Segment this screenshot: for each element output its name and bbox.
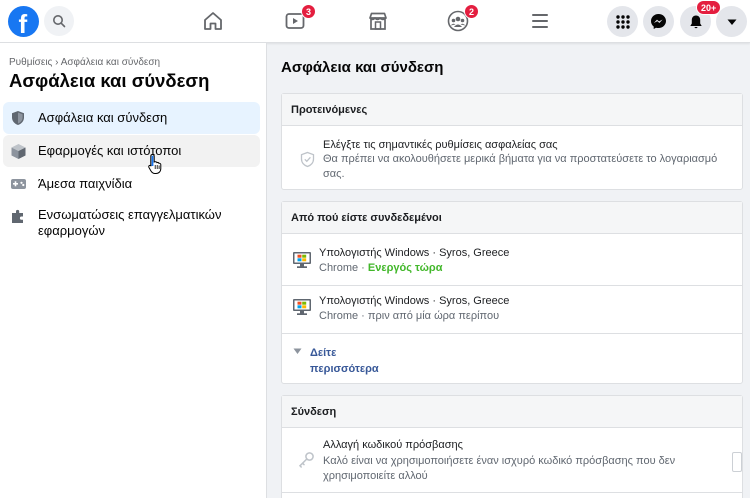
sidebar-item-label: Ενσωματώσεις επαγγελματικών εφαρμογών	[38, 207, 222, 238]
sidebar-title: Ασφάλεια και σύνδεση	[9, 70, 210, 91]
change-password-link[interactable]: Αλλαγή κωδικού πρόσβασης	[323, 439, 463, 451]
see-more-link[interactable]: Δείτε περισσότερα	[310, 345, 390, 377]
breadcrumb[interactable]: Ρυθμίσεις › Ασφάλεια και σύνδεση	[9, 57, 160, 68]
session-device: Υπολογιστής Windows · Syros, Greece	[319, 247, 510, 259]
session-status-active: Ενεργός τώρα	[367, 262, 443, 274]
login-header: Σύνδεση	[282, 396, 742, 428]
recommended-header: Προτεινόμενες	[282, 94, 742, 126]
row-divider	[282, 333, 742, 334]
svg-text:f: f	[19, 9, 28, 37]
sidebar-item-instant-games[interactable]: Άμεσα παιχνίδια	[3, 170, 260, 198]
menu-tab[interactable]	[527, 8, 553, 34]
notifications-button[interactable]: 20+	[680, 0, 722, 37]
desktop-windows-icon	[293, 252, 311, 268]
messenger-button[interactable]	[643, 6, 674, 37]
watch-badge: 3	[300, 4, 316, 19]
recommended-card: Προτεινόμενες Ελέγξτε τις σημαντικές ρυθ…	[281, 93, 743, 190]
account-menu-button[interactable]	[716, 6, 747, 37]
groups-tab[interactable]: 2	[445, 4, 479, 34]
session-meta: Chrome · Ενεργός τώρα	[319, 261, 442, 276]
sidebar-item-business-integrations[interactable]: Ενσωματώσεις επαγγελματικών εφαρμογών	[3, 203, 260, 241]
search-icon	[53, 15, 66, 28]
session-separator: ·	[358, 310, 368, 322]
key-icon	[298, 452, 314, 468]
settings-sidebar: Ρυθμίσεις › Ασφάλεια και σύνδεση Ασφάλει…	[0, 43, 267, 498]
row-divider	[282, 285, 742, 286]
where-logged-in-header: Από πού είστε συνδεδεμένοι	[282, 202, 742, 234]
cube-icon	[9, 142, 27, 160]
sidebar-item-security-login[interactable]: Ασφάλεια και σύνδεση	[3, 102, 260, 134]
sidebar-item-label: Άμεσα παιχνίδια	[38, 176, 133, 191]
facebook-logo-icon[interactable]: f	[8, 6, 39, 37]
change-password-description: Καλό είναι να χρησιμοποιήσετε έναν ισχυρ…	[323, 455, 676, 482]
page-title: Ασφάλεια και σύνδεση	[281, 59, 444, 76]
top-navigation-bar: f 3 2 20+	[0, 0, 750, 43]
store-icon	[369, 12, 387, 30]
review-security-link[interactable]: Ελέγξτε τις σημαντικές ρυθμίσεις ασφαλεί…	[323, 139, 558, 151]
apps-menu-button[interactable]	[607, 6, 638, 37]
watch-tab[interactable]: 3	[282, 4, 316, 34]
hand-pointer-cursor-icon	[148, 153, 162, 174]
search-button[interactable]	[44, 6, 74, 36]
messenger-icon	[651, 14, 666, 29]
session-separator: ·	[358, 262, 368, 274]
gamepad-icon	[9, 175, 27, 193]
where-logged-in-card: Από πού είστε συνδεδεμένοι Υπολογιστής W…	[281, 201, 743, 384]
session-browser: Chrome	[319, 262, 359, 274]
row-divider	[282, 492, 742, 493]
session-device: Υπολογιστής Windows · Syros, Greece	[319, 295, 510, 307]
triangle-down-icon	[293, 348, 302, 354]
home-icon	[204, 12, 222, 30]
marketplace-tab[interactable]	[365, 8, 391, 34]
desktop-windows-icon	[293, 299, 311, 315]
caret-down-icon	[727, 19, 736, 25]
sidebar-item-label: Ασφάλεια και σύνδεση	[38, 110, 168, 125]
sidebar-item-apps-websites[interactable]: Εφαρμογές και ιστότοποι	[3, 135, 260, 167]
session-last-active: πριν από μία ώρα περίπου	[367, 310, 500, 322]
session-browser: Chrome	[319, 310, 359, 322]
review-security-description: Θα πρέπει να ακολουθήσετε μερικά βήματα …	[323, 153, 718, 180]
grid-dots-icon	[615, 14, 630, 29]
puzzle-icon	[9, 207, 27, 225]
session-meta: Chrome · πριν από μία ώρα περίπου	[319, 309, 499, 324]
home-tab[interactable]	[200, 8, 226, 34]
shield-check-icon	[300, 151, 315, 168]
bell-icon	[689, 15, 702, 28]
edit-button-edge[interactable]	[732, 452, 742, 472]
login-card: Σύνδεση Αλλαγή κωδικού πρόσβασης Καλό εί…	[281, 395, 743, 498]
shield-icon	[9, 109, 27, 127]
hamburger-menu-icon	[532, 14, 548, 28]
groups-badge: 2	[463, 4, 479, 19]
